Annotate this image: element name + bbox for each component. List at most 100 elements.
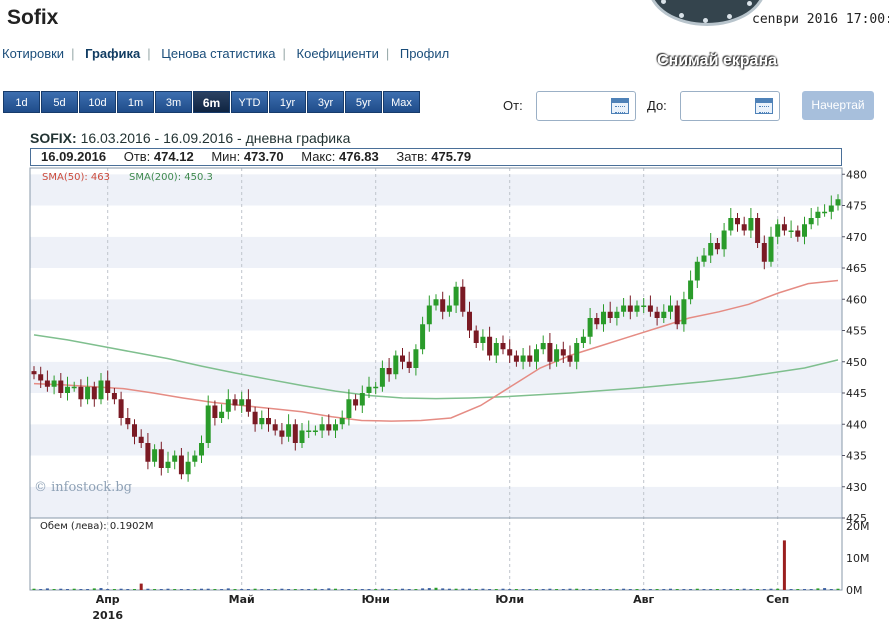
candle [480,336,486,343]
volume-bar [689,589,693,590]
price-chart[interactable]: 480475470465460455450445440435430425SMA(… [0,165,889,624]
volume-bar [220,589,224,590]
range-button-3m[interactable]: 3m [155,91,192,113]
to-date-field[interactable] [680,91,780,121]
candle [714,243,720,250]
y-tick-label: 480 [846,168,867,181]
volume-bar [233,589,237,590]
volume-tick-label: 0M [846,584,863,597]
range-button-3yr[interactable]: 3yr [307,91,344,113]
stat-min-label: Мин: [211,149,241,164]
range-button-6m[interactable]: 6m [193,91,230,113]
stat-max: 476.83 [339,149,379,164]
candle [65,386,70,393]
candle [138,436,144,443]
y-tick-label: 465 [846,262,867,275]
candle [507,349,513,356]
candle [225,399,231,412]
draw-button[interactable]: Начертай [802,91,874,120]
stat-close: 475.79 [431,149,472,164]
screenshot-button[interactable]: Снимай екрана [657,52,777,70]
candle [132,424,137,437]
volume-bar [535,589,538,590]
volume-bar [414,589,418,590]
volume-bar [66,589,69,590]
stat-date: 16.09.2016 [41,149,107,164]
candle [627,305,633,312]
volume-bar [200,588,203,590]
price-band [30,236,842,268]
volume-bar [789,589,793,590]
x-tick-year: 2016 [92,609,123,622]
candle [386,368,392,375]
volume-bar [280,588,284,590]
candle [71,386,77,389]
nav-item-ratios[interactable]: Коефициенти [297,46,379,61]
nav-separator: | [385,46,390,61]
x-tick-label: Авг [633,593,654,606]
candle [178,455,184,475]
volume-bar [575,588,579,590]
candle [755,218,761,243]
price-band [30,361,842,393]
nav-item-profile[interactable]: Профил [400,46,449,61]
candle [440,299,446,312]
candle [312,430,318,432]
range-button-max[interactable]: Max [383,91,420,113]
x-tick-label: Апр [96,593,120,606]
volume-bar [401,588,404,590]
volume-bar [99,588,103,590]
candle [822,211,828,214]
volume-bar [253,588,257,590]
stat-open: 474.12 [153,149,194,164]
volume-bar [273,589,277,590]
nav-item-price-stats[interactable]: Ценова статистика [161,46,275,61]
volume-bar [803,589,806,590]
x-tick-label: Юли [495,593,524,606]
volume-bar [32,588,36,590]
candle [111,393,117,400]
candle [259,418,265,425]
from-date-field[interactable] [536,91,636,121]
nav-item-quotes[interactable]: Котировки [2,46,64,61]
volume-bar [260,589,264,590]
candle [199,443,204,456]
volume-bar [682,589,686,590]
candle [520,355,526,362]
candle [393,355,399,375]
candle [487,336,493,356]
range-button-1yr[interactable]: 1yr [269,91,306,113]
volume-bar [561,589,565,590]
candle [125,418,131,425]
y-tick-label: 460 [846,293,867,306]
volume-bar [655,589,659,590]
nav-item-chart[interactable]: Графика [85,46,140,61]
volume-bar [541,589,545,590]
calendar-icon[interactable] [755,98,773,114]
range-button-1d[interactable]: 1d [3,91,40,113]
y-tick-label: 450 [846,356,867,369]
range-button-5d[interactable]: 5d [41,91,78,113]
range-button-ytd[interactable]: YTD [231,91,268,113]
volume-bar [736,589,739,590]
range-button-1m[interactable]: 1m [117,91,154,113]
volume-bar [669,588,672,590]
volume-bar [488,589,492,590]
volume-bar [756,589,760,590]
volume-tick-label: 10M [846,552,870,565]
volume-bar [702,589,706,590]
volume-bar [662,589,666,590]
candle [420,324,426,350]
candle [292,424,298,443]
x-tick-label: Юни [362,593,390,606]
range-button-10d[interactable]: 10d [79,91,116,113]
calendar-icon[interactable] [611,98,629,114]
candle [681,299,687,325]
candle [91,386,97,400]
volume-bar [340,589,344,590]
candle [621,305,627,312]
volume-bar [642,589,646,590]
volume-bar [675,589,679,590]
volume-bar [159,589,163,590]
range-button-5yr[interactable]: 5yr [345,91,382,113]
